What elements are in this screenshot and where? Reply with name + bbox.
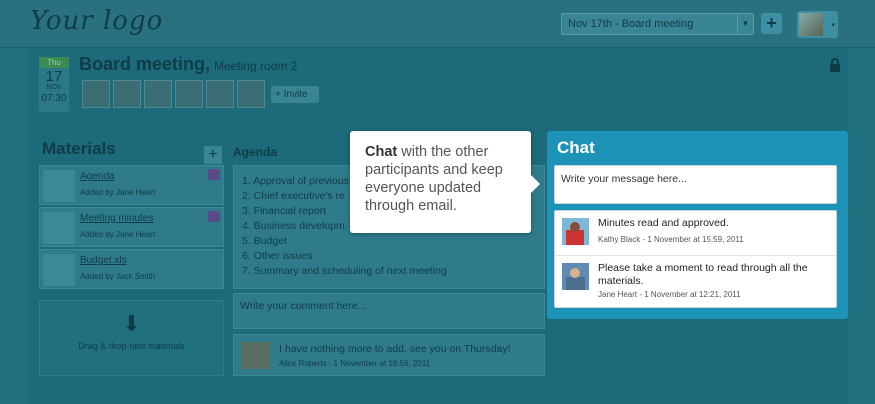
chat-message-meta: Jane Heart - 1 November at 12:21, 2011: [598, 290, 741, 299]
page-title: Board meeting,: [79, 54, 211, 74]
chat-message-text: Please take a moment to read through all…: [598, 262, 808, 287]
material-name[interactable]: Budget.xls: [80, 255, 127, 266]
chat-message: Minutes read and approved. Kathy Black -…: [555, 211, 836, 255]
top-bar: Your logo Nov 17th - Board meeting ▼ + ▾: [0, 0, 875, 48]
comment-meta: Alice Roberts - 1 November at 16:56, 201…: [279, 359, 431, 368]
participant-avatar[interactable]: [175, 80, 203, 108]
date-month: NOV: [46, 84, 62, 91]
document-icon: [43, 212, 75, 244]
avatar: [242, 342, 269, 369]
spreadsheet-icon: [43, 254, 75, 286]
comment-badge-icon: [208, 211, 220, 222]
date-badge: Thu 17 NOV 07:30: [39, 57, 69, 112]
invite-button[interactable]: + Invite: [271, 86, 319, 103]
material-item[interactable]: Agenda Added by Jane Heart: [39, 165, 224, 205]
date-time: 07:30: [41, 93, 67, 104]
agenda-item: 7. Summary and scheduling of next meetin…: [242, 265, 447, 277]
comment-input[interactable]: Write your comment here...: [233, 293, 545, 329]
comment-item: I have nothing more to add, see you on T…: [233, 334, 545, 376]
meeting-room: Meeting room 2: [214, 59, 298, 73]
dropzone[interactable]: ⬇ Drag & drop new materials: [39, 300, 224, 376]
meeting-select[interactable]: Nov 17th - Board meeting ▼: [561, 13, 754, 35]
participant-avatar[interactable]: [237, 80, 265, 108]
avatar: [562, 218, 589, 245]
chat-title: Chat: [557, 138, 595, 157]
arrow-down-icon: ⬇: [122, 311, 141, 336]
material-name[interactable]: Meeting minutes: [80, 213, 153, 224]
comment-badge-icon: [208, 169, 220, 180]
dropzone-label: Drag & drop new materials: [78, 341, 185, 351]
caret-down-icon: ▾: [831, 22, 835, 29]
date-dow: Thu: [39, 57, 69, 68]
material-item[interactable]: Budget.xls Added by Jack Smith: [39, 249, 224, 289]
participant-avatar[interactable]: [113, 80, 141, 108]
chat-panel: Chat Write your message here... Minutes …: [547, 131, 848, 319]
chat-message-list: Minutes read and approved. Kathy Black -…: [554, 210, 837, 308]
user-menu[interactable]: ▾: [797, 11, 838, 38]
participant-avatar[interactable]: [82, 80, 110, 108]
avatar: [799, 13, 823, 36]
participant-list: [82, 80, 265, 108]
participant-avatar[interactable]: [206, 80, 234, 108]
material-added-by: Added by Jane Heart: [80, 188, 156, 197]
callout-bold: Chat: [365, 144, 398, 160]
agenda-item: 6. Other issues: [242, 250, 313, 262]
add-material-button[interactable]: +: [204, 146, 222, 164]
date-day: 17: [45, 68, 63, 85]
chat-message: Please take a moment to read through all…: [555, 255, 836, 308]
avatar: [562, 263, 589, 290]
chat-message-text: Minutes read and approved.: [598, 217, 729, 229]
material-item[interactable]: Meeting minutes Added by Jane Heart: [39, 207, 224, 247]
lock-icon[interactable]: [829, 58, 841, 72]
chat-message-meta: Kathy Black - 1 November at 15:59, 2011: [598, 235, 744, 244]
comment-text: I have nothing more to add, see you on T…: [279, 343, 511, 355]
logo[interactable]: Your logo: [30, 6, 163, 36]
chevron-down-icon: ▼: [737, 14, 753, 34]
add-meeting-button[interactable]: +: [761, 13, 782, 34]
agenda-title: Agenda: [233, 145, 278, 159]
material-added-by: Added by Jack Smith: [80, 272, 156, 281]
chat-message-input[interactable]: Write your message here...: [554, 165, 837, 204]
meeting-select-value: Nov 17th - Board meeting: [568, 18, 694, 30]
materials-title: Materials: [42, 139, 116, 158]
material-added-by: Added by Jane Heart: [80, 230, 156, 239]
participant-avatar[interactable]: [144, 80, 172, 108]
agenda-item: 5. Budget: [242, 235, 287, 247]
material-name[interactable]: Agenda: [80, 171, 114, 182]
chat-callout: Chat with the other participants and kee…: [350, 131, 540, 233]
document-icon: [43, 170, 75, 202]
